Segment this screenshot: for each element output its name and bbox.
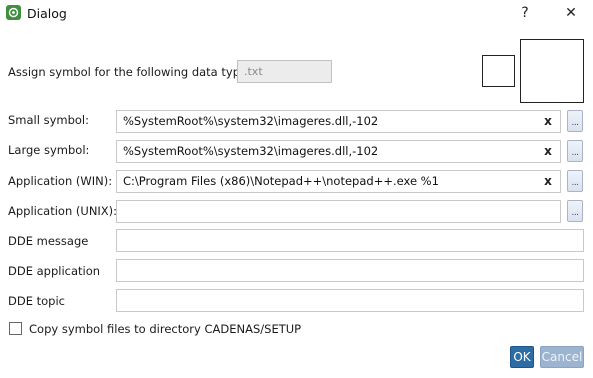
copy-symbol-checkbox[interactable]: [9, 322, 22, 335]
small-symbol-browse-button[interactable]: ...: [567, 110, 583, 132]
dde-topic-label: DDE topic: [8, 294, 65, 308]
large-symbol-browse-button[interactable]: ...: [567, 140, 583, 162]
dde-application-input[interactable]: [116, 259, 584, 282]
app-win-input[interactable]: C:\Program Files (x86)\Notepad++\notepad…: [116, 170, 561, 193]
app-unix-browse-button[interactable]: ...: [567, 200, 583, 222]
ok-button[interactable]: OK: [510, 346, 534, 368]
close-button[interactable]: ✕: [560, 4, 582, 22]
small-symbol-input[interactable]: %SystemRoot%\system32\imageres.dll,-102: [116, 110, 561, 133]
app-icon: [6, 5, 21, 20]
datatype-label: Assign symbol for the following data typ…: [8, 65, 251, 79]
small-symbol-label: Small symbol:: [8, 113, 89, 127]
small-symbol-preview: [482, 55, 515, 87]
dde-message-label: DDE message: [8, 234, 89, 248]
dde-application-label: DDE application: [8, 264, 101, 278]
copy-symbol-label[interactable]: Copy symbol files to directory CADENAS/S…: [29, 322, 301, 336]
cancel-button[interactable]: Cancel: [540, 346, 584, 368]
small-symbol-clear-icon[interactable]: x: [541, 114, 555, 128]
help-button[interactable]: ?: [514, 4, 536, 22]
app-unix-input[interactable]: [116, 200, 561, 223]
large-symbol-clear-icon[interactable]: x: [541, 144, 555, 158]
large-symbol-preview: [520, 39, 584, 103]
app-win-label: Application (WIN):: [8, 174, 113, 188]
app-win-clear-icon[interactable]: x: [541, 174, 555, 188]
datatype-field: .txt: [237, 60, 332, 83]
app-unix-label: Application (UNIX):: [8, 204, 118, 218]
dde-message-input[interactable]: [116, 229, 584, 252]
dde-topic-input[interactable]: [116, 289, 584, 312]
large-symbol-input[interactable]: %SystemRoot%\system32\imageres.dll,-102: [116, 140, 561, 163]
large-symbol-label: Large symbol:: [8, 143, 90, 157]
app-win-browse-button[interactable]: ...: [567, 170, 583, 192]
window-title: Dialog: [27, 6, 67, 21]
